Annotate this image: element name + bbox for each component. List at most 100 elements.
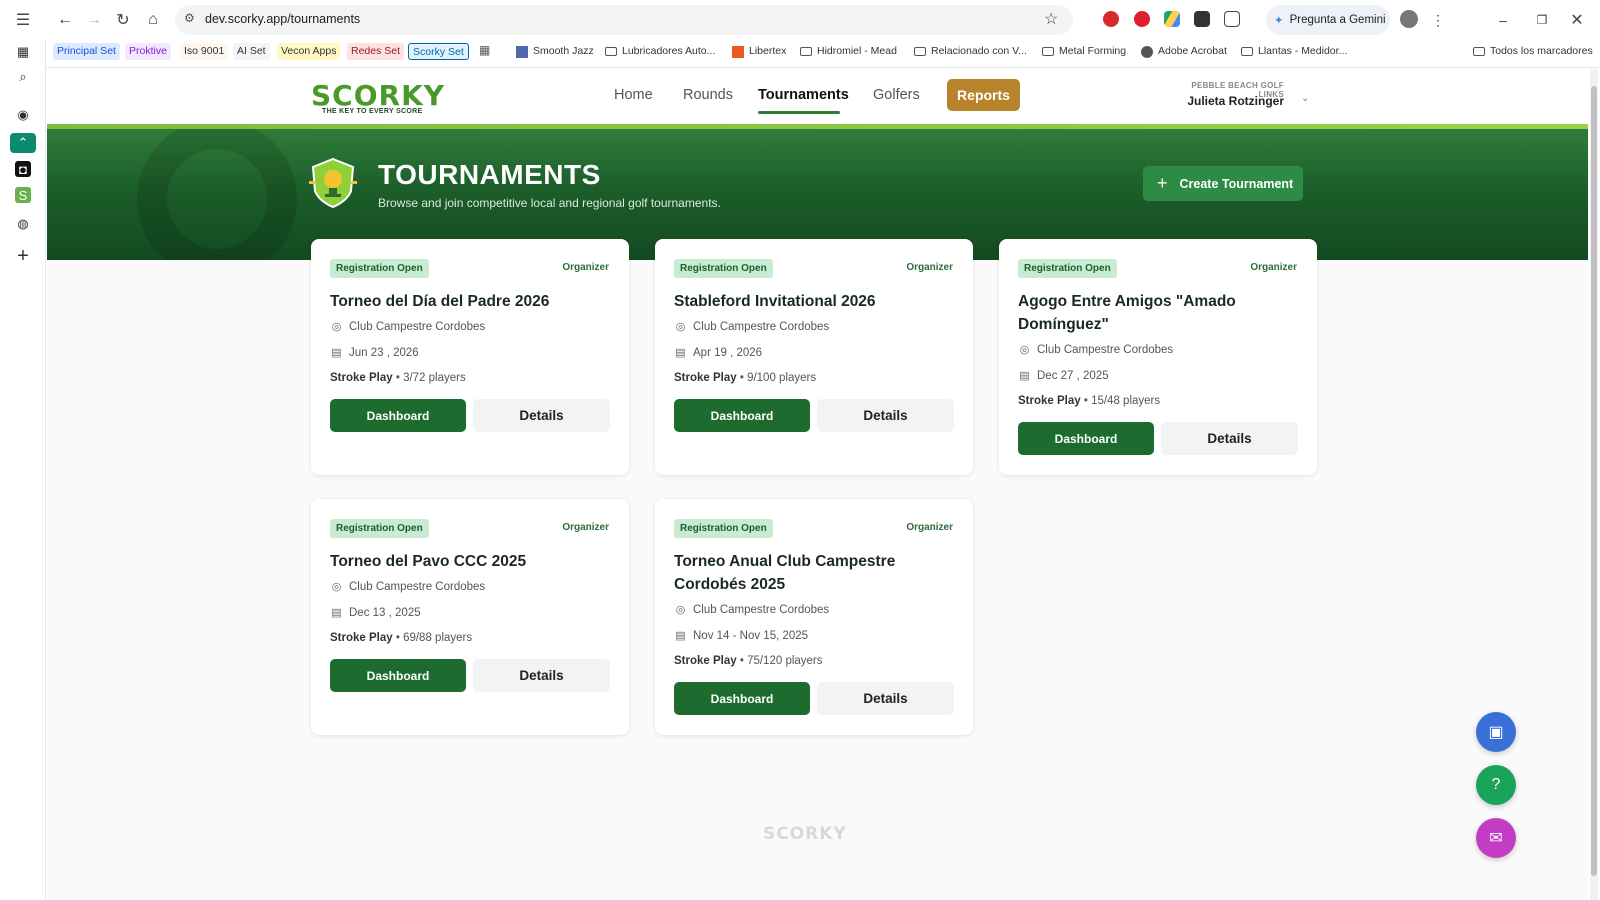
details-button[interactable]: Details [1161, 422, 1298, 455]
add-icon[interactable]: + [13, 245, 33, 267]
format-row: Stroke Play • 9/100 players [674, 372, 816, 384]
venue-row: ◎ Club Campestre Cordobes [330, 580, 485, 594]
format-row: Stroke Play • 3/72 players [330, 372, 466, 384]
tournament-title[interactable]: Agogo Entre Amigos "Amado Domínguez" [1018, 290, 1303, 336]
scrollbar-thumb[interactable] [1591, 86, 1597, 876]
browser-toolbar: ☰ ← → ↻ ⌂ ⚙ dev.scorky.app/tournaments ☆… [0, 0, 1600, 68]
search-list-icon[interactable]: ⌕ [13, 67, 33, 87]
dashboard-button[interactable]: Dashboard [1018, 422, 1154, 455]
bookmark-llantas[interactable]: Llantas - Medidor... [1241, 43, 1347, 60]
bookmark-ai-set[interactable]: AI Set [233, 43, 270, 60]
gemini-label: Pregunta a Gemini [1289, 14, 1386, 26]
reload-icon[interactable]: ↻ [111, 8, 135, 32]
bookmark-iso-9001[interactable]: Iso 9001 [180, 43, 229, 60]
video-call-fab[interactable]: ▣ [1476, 712, 1516, 752]
bookmark-star-icon[interactable]: ☆ [1044, 9, 1058, 29]
minimize-icon[interactable]: – [1491, 8, 1515, 32]
bookmark-principal-set[interactable]: Principal Set [53, 43, 120, 60]
profile-avatar[interactable] [1400, 10, 1418, 28]
home-icon[interactable]: ⌂ [141, 8, 165, 32]
grid-icon[interactable]: ▦ [13, 42, 33, 62]
tournament-card[interactable]: Registration Open Organizer Agogo Entre Am… [999, 239, 1317, 475]
bookmark-adobe-acrobat[interactable]: Adobe Acrobat [1141, 43, 1227, 60]
app-header: SCORKY THE KEY TO EVERY SCORE Home Round… [47, 69, 1588, 125]
details-button[interactable]: Details [817, 399, 954, 432]
tournament-date: Nov 14 - Nov 15, 2025 [693, 629, 809, 642]
bookmark-proktive[interactable]: Proktive [125, 43, 171, 60]
details-button[interactable]: Details [473, 659, 610, 692]
bookmark-label: Todos los marcadores [1490, 45, 1593, 57]
browser-menu-icon[interactable]: ⋮ [1426, 8, 1450, 32]
dashboard-button[interactable]: Dashboard [330, 659, 466, 692]
details-button[interactable]: Details [817, 682, 954, 715]
back-icon[interactable]: ← [53, 8, 77, 32]
tournament-title[interactable]: Torneo Anual Club Campestre Cordobés 202… [674, 550, 959, 596]
bookmark-hidromiel[interactable]: Hidromiel - Mead [800, 43, 897, 60]
globe-icon[interactable]: ◍ [13, 214, 33, 234]
folder-icon [914, 47, 926, 56]
chevron-down-icon[interactable]: ⌄ [1301, 93, 1309, 104]
tournament-title[interactable]: Stableford Invitational 2026 [674, 290, 959, 313]
bookmark-lubricadores[interactable]: Lubricadores Auto... [605, 43, 715, 60]
status-badge: Registration Open [674, 259, 773, 278]
nav-golfers[interactable]: Golfers [873, 87, 920, 103]
tournament-title[interactable]: Torneo del Pavo CCC 2025 [330, 550, 615, 573]
scorky-app-icon[interactable]: S [15, 187, 31, 203]
tournament-card[interactable]: Registration Open Organizer Torneo del Día… [311, 239, 629, 475]
restore-icon[interactable]: ❐ [1530, 8, 1554, 32]
tournament-card[interactable]: Registration Open Organizer Torneo del Pav… [311, 499, 629, 735]
date-row: ▤ Jun 23 , 2026 [330, 346, 418, 360]
venue-name: Club Campestre Cordobes [1037, 343, 1174, 356]
bookmark-metal-forming[interactable]: Metal Forming [1042, 43, 1126, 60]
tournament-card[interactable]: Registration Open Organizer Stableford Inv… [655, 239, 973, 475]
status-badge: Registration Open [330, 519, 429, 538]
tournament-title[interactable]: Torneo del Día del Padre 2026 [330, 290, 615, 313]
nav-home[interactable]: Home [614, 87, 653, 103]
apps-grid-icon[interactable]: ▦ [479, 43, 490, 57]
close-window-icon[interactable]: ✕ [1565, 8, 1589, 32]
nav-tournaments[interactable]: Tournaments [758, 87, 849, 103]
player-count: • 3/72 players [392, 372, 466, 384]
nav-rounds[interactable]: Rounds [683, 87, 733, 103]
bookmark-scorky-set[interactable]: Scorky Set [408, 43, 469, 60]
bookmark-todos-los-marcadores[interactable]: Todos los marcadores [1473, 43, 1593, 60]
dashboard-button[interactable]: Dashboard [330, 399, 466, 432]
drive-extension-icon[interactable] [1164, 11, 1180, 27]
address-bar[interactable]: ⚙ dev.scorky.app/tournaments ☆ [175, 5, 1073, 35]
bookmark-vecon-apps[interactable]: Vecon Apps [277, 43, 341, 60]
tournament-card[interactable]: Registration Open Organizer Torneo Anual C… [655, 499, 973, 735]
bookmark-smooth-jazz[interactable]: Smooth Jazz [516, 43, 594, 60]
gemini-button[interactable]: ✦ Pregunta a Gemini [1266, 5, 1390, 35]
opera-extension-icon[interactable] [1134, 11, 1150, 27]
details-button[interactable]: Details [473, 399, 610, 432]
dashboard-button[interactable]: Dashboard [674, 399, 810, 432]
date-row: ▤ Nov 14 - Nov 15, 2025 [674, 629, 809, 643]
collapse-icon[interactable]: ⌃ [10, 133, 36, 153]
app-icon[interactable]: ◘ [15, 161, 31, 177]
gmail-extension-icon[interactable] [1103, 11, 1119, 27]
reports-button[interactable]: Reports [947, 79, 1020, 111]
user-name[interactable]: Julieta Rotzinger [1154, 94, 1284, 108]
bookmark-libertex[interactable]: Libertex [732, 43, 786, 60]
location-pin-icon: ◎ [675, 604, 686, 616]
folder-icon [1473, 47, 1485, 56]
bookmark-relacionado[interactable]: Relacionado con V... [914, 43, 1027, 60]
player-count: • 69/88 players [392, 632, 473, 644]
site-settings-icon[interactable]: ⚙ [184, 11, 195, 25]
forward-icon[interactable]: → [82, 8, 106, 32]
location-pin-icon: ◎ [331, 581, 342, 593]
chat-fab[interactable]: ✉ [1476, 818, 1516, 858]
date-row: ▤ Dec 27 , 2025 [1018, 369, 1108, 383]
chrome-icon[interactable]: ◉ [13, 105, 33, 125]
tab-list-icon[interactable]: ☰ [11, 8, 35, 32]
dashboard-button[interactable]: Dashboard [674, 682, 810, 715]
help-fab[interactable]: ? [1476, 765, 1516, 805]
role-label: Organizer [1250, 262, 1297, 273]
screen-extension-icon[interactable] [1194, 11, 1210, 27]
bookmark-label: Lubricadores Auto... [622, 45, 716, 57]
player-count: • 15/48 players [1080, 395, 1161, 407]
create-tournament-button[interactable]: + Create Tournament [1143, 166, 1303, 201]
extensions-puzzle-icon[interactable] [1224, 11, 1240, 27]
status-badge: Registration Open [1018, 259, 1117, 278]
bookmark-redes-set[interactable]: Redes Set [347, 43, 405, 60]
